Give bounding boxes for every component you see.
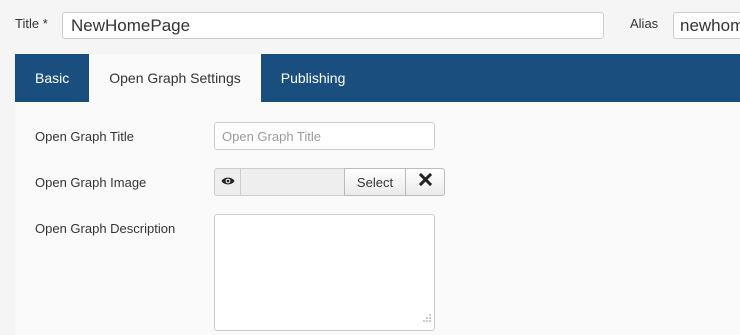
clear-button[interactable]: [406, 168, 445, 196]
og-image-label: Open Graph Image: [35, 175, 147, 190]
close-icon: [418, 172, 432, 191]
tab-open-graph-settings[interactable]: Open Graph Settings: [89, 54, 261, 102]
tab-publishing[interactable]: Publishing: [261, 54, 366, 102]
select-button[interactable]: Select: [344, 168, 406, 196]
eye-icon: [221, 173, 235, 191]
og-title-input[interactable]: [214, 122, 435, 150]
tab-panel-open-graph: Open Graph Title Open Graph Image Select…: [15, 102, 740, 335]
og-description-textarea[interactable]: [214, 214, 435, 331]
og-title-label: Open Graph Title: [35, 129, 134, 144]
alias-input[interactable]: [673, 12, 740, 39]
og-image-field: Select: [214, 168, 445, 196]
resize-grip-icon[interactable]: [421, 310, 432, 328]
title-input[interactable]: [62, 12, 604, 39]
title-label: Title *: [15, 16, 48, 31]
og-image-path[interactable]: [241, 168, 344, 196]
og-description-label: Open Graph Description: [35, 221, 176, 236]
tab-bar: Basic Open Graph Settings Publishing: [15, 54, 740, 102]
tab-basic[interactable]: Basic: [15, 54, 89, 102]
alias-label: Alias: [630, 16, 659, 31]
preview-button[interactable]: [214, 168, 241, 196]
